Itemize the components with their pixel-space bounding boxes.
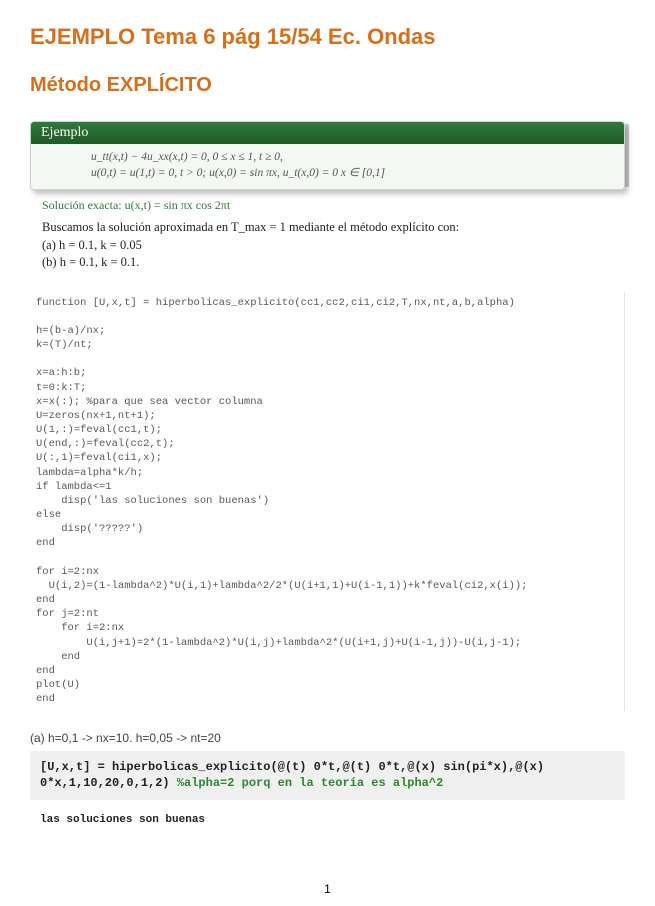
section-title: Método EXPLÍCITO	[30, 74, 625, 97]
code-listing: function [U,x,t] = hiperbolicas_explicit…	[30, 292, 625, 711]
example-equation-2: u(0,t) = u(1,t) = 0, t > 0; u(x,0) = sin…	[91, 166, 584, 182]
setup-line-3: (b) h = 0.1, k = 0.1.	[42, 254, 621, 272]
matlab-command: [U,x,t] = hiperbolicas_explicito(@(t) 0*…	[30, 751, 625, 801]
setup-line-2: (a) h = 0.1, k = 0.05	[42, 237, 621, 255]
exact-solution: Solución exacta: u(x,t) = sin πx cos 2πt	[42, 198, 621, 213]
problem-setup: Buscamos la solución aproximada en T_max…	[42, 219, 621, 272]
example-box: Ejemplo u_tt(x,t) − 4u_xx(x,t) = 0, 0 ≤ …	[30, 121, 625, 190]
example-header: Ejemplo	[41, 125, 88, 141]
case-a-label: (a) h=0,1 -> nx=10. h=0,05 -> nt=20	[30, 731, 625, 745]
command-output: las soluciones son buenas	[40, 814, 625, 826]
page-title: EJEMPLO Tema 6 pág 15/54 Ec. Ondas	[30, 24, 625, 50]
example-equation-1: u_tt(x,t) − 4u_xx(x,t) = 0, 0 ≤ x ≤ 1, t…	[91, 150, 584, 166]
setup-line-1: Buscamos la solución aproximada en T_max…	[42, 219, 621, 237]
page-number: 1	[0, 882, 655, 896]
cmd-comment: %alpha=2 porq en la teoría es alpha^2	[177, 776, 443, 790]
